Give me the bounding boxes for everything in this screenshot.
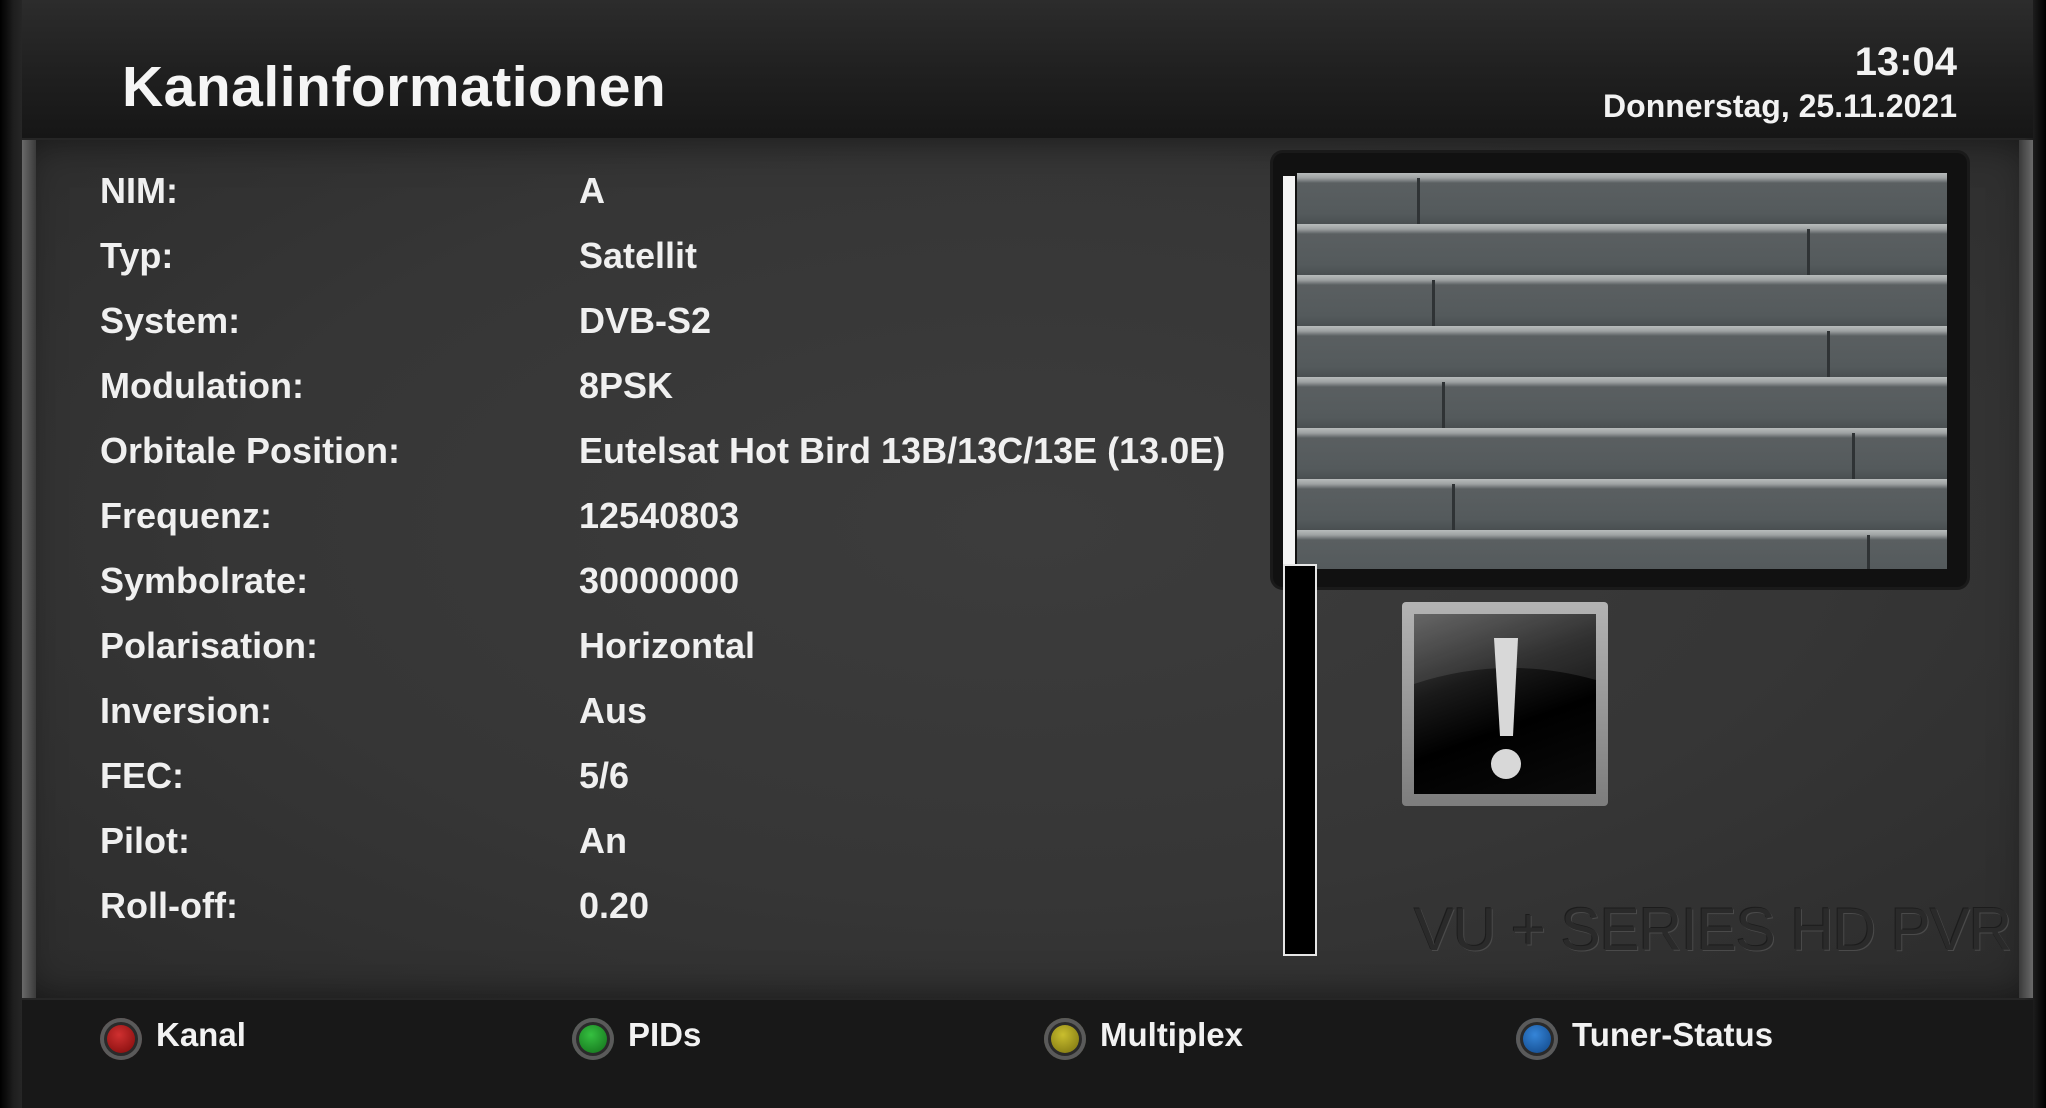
brand-logo: VU + SERIES HD PVR [1414, 896, 2012, 963]
clock-time: 13:04 [1854, 40, 1957, 84]
green-button-icon [572, 1018, 614, 1060]
info-row-polarisation: Polarisation: Horizontal [100, 625, 1280, 690]
info-value: Horizontal [579, 625, 755, 666]
info-label: NIM: [100, 170, 178, 211]
exclamation-icon [1402, 602, 1608, 806]
info-row-type: Typ: Satellit [100, 235, 1280, 300]
info-label: Modulation: [100, 365, 304, 406]
info-value: 0.20 [579, 885, 650, 926]
info-label: Orbitale Position: [100, 430, 401, 471]
info-label: FEC: [100, 755, 184, 796]
info-value: DVB-S2 [579, 300, 712, 341]
tuner-status-button-label: Tuner-Status [1572, 1016, 1774, 1053]
info-value: Eutelsat Hot Bird 13B/13C/13E (13.0E) [579, 430, 1226, 471]
info-value: 8PSK [579, 365, 674, 406]
red-button-icon [100, 1018, 142, 1060]
info-label: Inversion: [100, 690, 273, 731]
panel-edge-left [22, 140, 36, 998]
signal-level-bar [1283, 564, 1317, 956]
pids-button-label: PIDs [628, 1016, 702, 1053]
info-row-inversion: Inversion: Aus [100, 690, 1280, 755]
info-label: Pilot: [100, 820, 190, 861]
info-value: Aus [579, 690, 648, 731]
picture-in-picture-preview [1273, 153, 1967, 587]
info-row-modulation: Modulation: 8PSK [100, 365, 1280, 430]
info-label: System: [100, 300, 241, 341]
live-video-frame [1297, 173, 1947, 569]
info-value: A [579, 170, 605, 211]
info-row-rolloff: Roll-off: 0.20 [100, 885, 1280, 950]
kanal-button-label: Kanal [156, 1016, 246, 1053]
info-label: Typ: [100, 235, 174, 276]
info-value: Satellit [579, 235, 698, 276]
blue-button-icon [1516, 1018, 1558, 1060]
clock-date: Donnerstag, 25.11.2021 [1603, 88, 1957, 124]
header-bar: Kanalinformationen 13:04 Donnerstag, 25.… [22, 0, 2033, 138]
scroll-indicator [1283, 176, 1295, 566]
info-row-pilot: Pilot: An [100, 820, 1280, 885]
info-row-system: System: DVB-S2 [100, 300, 1280, 365]
info-label: Frequenz: [100, 495, 273, 536]
info-row-fec: FEC: 5/6 [100, 755, 1280, 820]
info-row-symbolrate: Symbolrate: 30000000 [100, 560, 1280, 625]
panel-edge-right [2019, 140, 2033, 998]
multiplex-button-label: Multiplex [1100, 1016, 1244, 1053]
yellow-button-icon [1044, 1018, 1086, 1060]
info-label: Roll-off: [100, 885, 238, 926]
info-value: 12540803 [579, 495, 740, 536]
page-title: Kanalinformationen [122, 55, 667, 119]
info-label: Polarisation: [100, 625, 319, 666]
info-label: Symbolrate: [100, 560, 309, 601]
info-value: 30000000 [579, 560, 740, 601]
info-row-frequency: Frequenz: 12540803 [100, 495, 1280, 560]
info-row-orbital-position: Orbitale Position: Eutelsat Hot Bird 13B… [100, 430, 1280, 495]
info-value: 5/6 [579, 755, 630, 796]
info-row-nim: NIM: A [100, 170, 1280, 235]
info-value: An [579, 820, 627, 861]
